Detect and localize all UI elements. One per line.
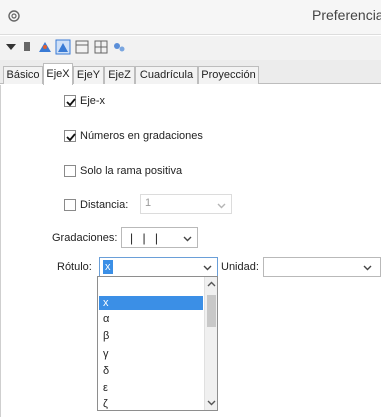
rotulo-select[interactable]: x — [99, 257, 218, 277]
eje-x-checkbox[interactable] — [64, 95, 76, 107]
list-item[interactable]: ζ — [99, 397, 203, 410]
gradaciones-label: Gradaciones: — [52, 232, 118, 244]
list-item[interactable] — [99, 281, 203, 295]
title-bar: Preferencias — [0, 0, 381, 35]
chevron-down-icon — [203, 265, 212, 271]
list-item[interactable]: β — [99, 329, 203, 343]
rotulo-value[interactable]: x — [103, 260, 113, 274]
numeros-row: Números en gradaciones — [64, 128, 203, 144]
tab-ejez[interactable]: EjeZ — [104, 66, 135, 84]
chevron-down-icon — [363, 265, 372, 271]
gear-icon[interactable] — [6, 8, 22, 24]
tab-ejex[interactable]: EjeX — [43, 63, 73, 85]
numeros-checkbox[interactable] — [64, 130, 76, 142]
graphics-icon[interactable] — [37, 39, 53, 55]
chevron-down-icon — [217, 203, 226, 209]
view-panel-icon[interactable] — [74, 39, 90, 55]
rama-positiva-checkbox[interactable] — [64, 165, 76, 177]
list-item[interactable]: ε — [99, 381, 203, 395]
chevron-down-icon[interactable] — [207, 398, 216, 407]
unidad-label: Unidad: — [221, 261, 259, 273]
numeros-label: Números en gradaciones — [80, 130, 203, 142]
list-item[interactable]: γ — [99, 347, 203, 361]
distancia-row: Distancia: — [64, 197, 128, 213]
list-item[interactable]: δ — [99, 364, 203, 378]
unidad-select[interactable] — [263, 257, 381, 277]
list-item[interactable]: x — [99, 296, 203, 310]
rama-positiva-label: Solo la rama positiva — [80, 165, 183, 177]
view-toolbar — [0, 36, 381, 60]
tab-strip: Básico EjeX EjeY EjeZ Cuadrícula Proyecc… — [0, 60, 381, 85]
tab-proyeccion[interactable]: Proyección — [198, 66, 259, 84]
distancia-label: Distancia: — [80, 199, 129, 211]
pin-icon[interactable] — [19, 39, 35, 55]
gradaciones-select[interactable]: | | | — [121, 227, 198, 248]
gradaciones-value: | | | — [130, 231, 162, 245]
tab-basico[interactable]: Básico — [3, 66, 43, 84]
rotulo-dropdown: x α β γ δ ε ζ — [97, 276, 218, 411]
tab-ejey[interactable]: EjeY — [73, 66, 104, 84]
grid-icon[interactable] — [93, 39, 109, 55]
chevron-up-icon[interactable] — [207, 280, 216, 289]
list-item[interactable]: α — [99, 312, 203, 326]
rama-positiva-row: Solo la rama positiva — [64, 163, 182, 179]
window-title: Preferencias — [312, 7, 381, 23]
eje-x-row: Eje-x — [64, 93, 105, 109]
distancia-input[interactable]: 1 — [140, 194, 232, 214]
tab-cuadricula[interactable]: Cuadrícula — [135, 66, 198, 84]
rotulo-label: Rótulo: — [57, 261, 92, 273]
distancia-checkbox[interactable] — [64, 199, 76, 211]
settings-icon[interactable] — [111, 39, 127, 55]
graphics-3d-icon[interactable] — [55, 39, 71, 55]
distancia-value: 1 — [145, 197, 152, 209]
arrow-down-icon[interactable] — [3, 39, 19, 55]
chevron-down-icon — [183, 236, 192, 242]
eje-x-label: Eje-x — [80, 95, 106, 107]
scrollbar-thumb[interactable] — [207, 295, 216, 327]
dropdown-scrollbar[interactable] — [204, 277, 217, 410]
